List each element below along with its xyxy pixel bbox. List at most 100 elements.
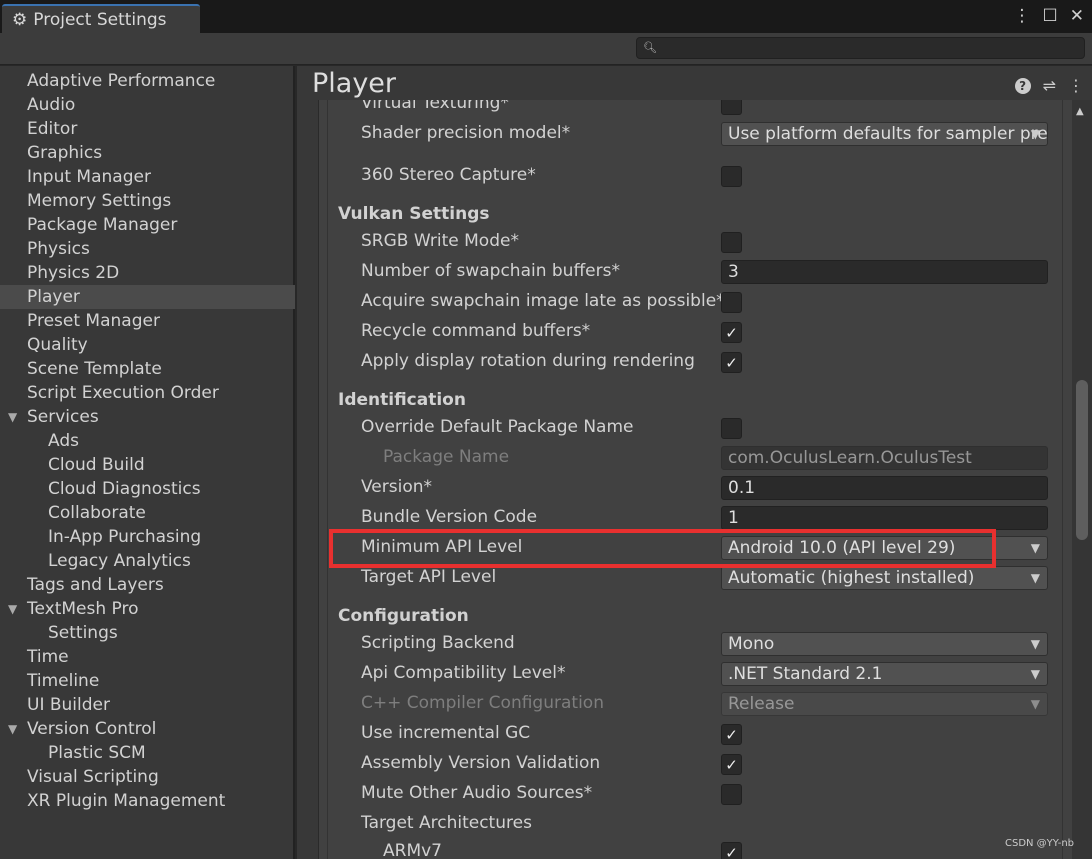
sidebar-item[interactable]: Tags and Layers	[0, 573, 295, 597]
maximize-icon[interactable]: ☐	[1043, 6, 1058, 26]
sidebar-item[interactable]: Physics	[0, 237, 295, 261]
setting-label: Recycle command buffers*	[361, 321, 591, 341]
text-field[interactable]: 3	[721, 260, 1048, 284]
sidebar-item[interactable]: Audio	[0, 93, 295, 117]
checkbox[interactable]	[721, 418, 742, 439]
sidebar-item-label: Adaptive Performance	[27, 71, 216, 91]
checkbox[interactable]	[721, 292, 742, 313]
sidebar-item[interactable]: UI Builder	[0, 693, 295, 717]
sidebar-item[interactable]: Settings	[0, 621, 295, 645]
sidebar-item-label: Preset Manager	[27, 311, 160, 331]
setting-row: Assembly Version Validation ✓	[319, 749, 1072, 779]
section-header: Vulkan Settings	[319, 200, 1072, 230]
dropdown[interactable]: Use platform defaults for sampler precis…	[721, 122, 1048, 146]
sidebar-item[interactable]: Ads	[0, 429, 295, 453]
sidebar-item[interactable]: Time	[0, 645, 295, 669]
setting-row: Override Default Package Name	[319, 413, 1072, 443]
text-field[interactable]: 0.1	[721, 476, 1048, 500]
sidebar: Adaptive Performance Audio Editor Graphics I…	[0, 66, 295, 859]
dropdown: Release	[721, 692, 1048, 716]
sidebar-item[interactable]: Quality	[0, 333, 295, 357]
setting-label: Bundle Version Code	[361, 507, 538, 527]
search-input[interactable]: 🔍︎	[636, 37, 1085, 59]
sidebar-item[interactable]: Graphics	[0, 141, 295, 165]
sidebar-item-label: Time	[27, 647, 69, 667]
sidebar-item-label: Player	[27, 287, 80, 307]
sidebar-item-label: Scene Template	[27, 359, 162, 379]
sidebar-item[interactable]: Editor	[0, 117, 295, 141]
dropdown[interactable]: Automatic (highest installed)	[721, 566, 1048, 590]
checkbox[interactable]: ✓	[721, 754, 742, 775]
expand-arrow-icon[interactable]: ▼	[8, 597, 17, 621]
setting-label: Configuration	[338, 606, 469, 626]
setting-row: Target Architectures	[319, 809, 1072, 839]
expand-arrow-icon[interactable]: ▼	[8, 405, 17, 429]
checkbox[interactable]: ✓	[721, 842, 742, 859]
setting-label: Assembly Version Validation	[361, 753, 601, 773]
setting-label: Virtual Texturing*	[361, 100, 509, 113]
expand-arrow-icon[interactable]: ▼	[8, 717, 17, 741]
checkbox[interactable]	[721, 166, 742, 187]
tab-project-settings[interactable]: ⚙ Project Settings	[2, 4, 200, 34]
setting-label: Target Architectures	[361, 813, 532, 833]
scrollbar-thumb[interactable]	[1076, 380, 1088, 540]
setting-label: Version*	[361, 477, 433, 497]
sidebar-item[interactable]: Adaptive Performance	[0, 69, 295, 93]
setting-label: 360 Stereo Capture*	[361, 165, 536, 185]
setting-row: Api Compatibility Level* .NET Standard 2.…	[319, 659, 1072, 689]
setting-label: Override Default Package Name	[361, 417, 634, 437]
sidebar-item-label: Audio	[27, 95, 76, 115]
sidebar-item[interactable]: Package Manager	[0, 213, 295, 237]
setting-row: Mute Other Audio Sources*	[319, 779, 1072, 809]
more-icon[interactable]: ⋮	[1068, 76, 1084, 95]
setting-label: Vulkan Settings	[338, 204, 490, 224]
settings-content: Virtual Texturing* Shader precision model…	[318, 100, 1072, 859]
scroll-up-icon[interactable]: ▲	[1076, 106, 1084, 117]
setting-row: Recycle command buffers* ✓	[319, 317, 1072, 347]
tab-bar: ⚙ Project Settings ⋮ ☐ ✕	[0, 0, 1092, 34]
sidebar-item[interactable]: Scene Template	[0, 357, 295, 381]
sidebar-item-label: Quality	[27, 335, 88, 355]
sidebar-item[interactable]: ▼ TextMesh Pro	[0, 597, 295, 621]
sidebar-item[interactable]: Visual Scripting	[0, 765, 295, 789]
setting-label: C++ Compiler Configuration	[361, 693, 604, 713]
setting-row: Version* 0.1	[319, 473, 1072, 503]
sidebar-item[interactable]: XR Plugin Management	[0, 789, 295, 813]
checkbox[interactable]: ✓	[721, 724, 742, 745]
setting-label: Target API Level	[361, 567, 497, 587]
sidebar-item[interactable]: Input Manager	[0, 165, 295, 189]
sidebar-item[interactable]: Timeline	[0, 669, 295, 693]
sidebar-item[interactable]: Collaborate	[0, 501, 295, 525]
presets-icon[interactable]: ⇌	[1043, 76, 1056, 95]
sidebar-item[interactable]: ▼ Services	[0, 405, 295, 429]
sidebar-item[interactable]: Cloud Diagnostics	[0, 477, 295, 501]
close-icon[interactable]: ✕	[1070, 6, 1084, 26]
setting-label: Package Name	[383, 447, 510, 467]
checkbox[interactable]: ✓	[721, 322, 742, 343]
dropdown[interactable]: Mono	[721, 632, 1048, 656]
sidebar-item[interactable]: Plastic SCM	[0, 741, 295, 765]
more-menu-icon[interactable]: ⋮	[1014, 6, 1031, 26]
sidebar-item[interactable]: Player	[0, 285, 295, 309]
section-header: Identification	[319, 386, 1072, 416]
sidebar-item[interactable]: Memory Settings	[0, 189, 295, 213]
checkbox[interactable]	[721, 232, 742, 253]
sidebar-item[interactable]: Physics 2D	[0, 261, 295, 285]
checkbox[interactable]	[721, 784, 742, 805]
scrollbar[interactable]: ▲	[1072, 100, 1092, 859]
checkbox[interactable]	[721, 100, 742, 115]
checkbox[interactable]: ✓	[721, 352, 742, 373]
setting-label: Number of swapchain buffers*	[361, 261, 620, 281]
sidebar-item[interactable]: ▼ Version Control	[0, 717, 295, 741]
sidebar-item[interactable]: Preset Manager	[0, 309, 295, 333]
sidebar-item[interactable]: In-App Purchasing	[0, 525, 295, 549]
sidebar-item-label: Services	[27, 407, 99, 427]
sidebar-item[interactable]: Cloud Build	[0, 453, 295, 477]
sidebar-item[interactable]: Legacy Analytics	[0, 549, 295, 573]
sidebar-item[interactable]: Script Execution Order	[0, 381, 295, 405]
help-icon[interactable]: ?	[1014, 77, 1031, 94]
setting-label: Api Compatibility Level*	[361, 663, 566, 683]
setting-row: C++ Compiler Configuration Release	[319, 689, 1072, 719]
dropdown[interactable]: .NET Standard 2.1	[721, 662, 1048, 686]
text-field[interactable]: 1	[721, 506, 1048, 530]
